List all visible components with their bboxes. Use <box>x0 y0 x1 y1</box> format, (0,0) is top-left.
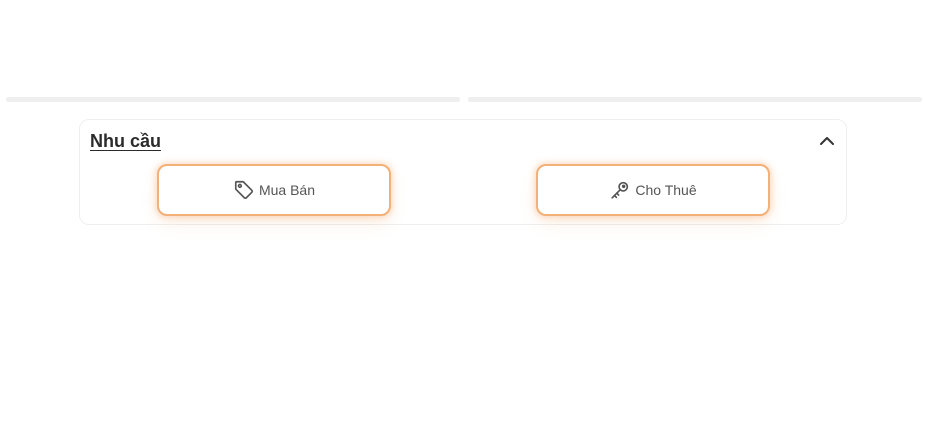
tag-icon <box>233 179 255 201</box>
step-progress-bar-1 <box>6 97 460 102</box>
section-title: Nhu cầu <box>90 131 162 151</box>
buy-sell-button[interactable]: Mua Bán <box>157 164 391 216</box>
step-progress-bar-2 <box>468 97 922 102</box>
key-icon <box>609 179 631 201</box>
chevron-up-icon[interactable] <box>818 132 836 150</box>
demand-section: Nhu cầu Mua Bán Cho Thuê <box>79 119 847 225</box>
rent-button[interactable]: Cho Thuê <box>536 164 770 216</box>
buy-sell-label: Mua Bán <box>258 182 316 198</box>
rent-label: Cho Thuê <box>635 182 697 198</box>
